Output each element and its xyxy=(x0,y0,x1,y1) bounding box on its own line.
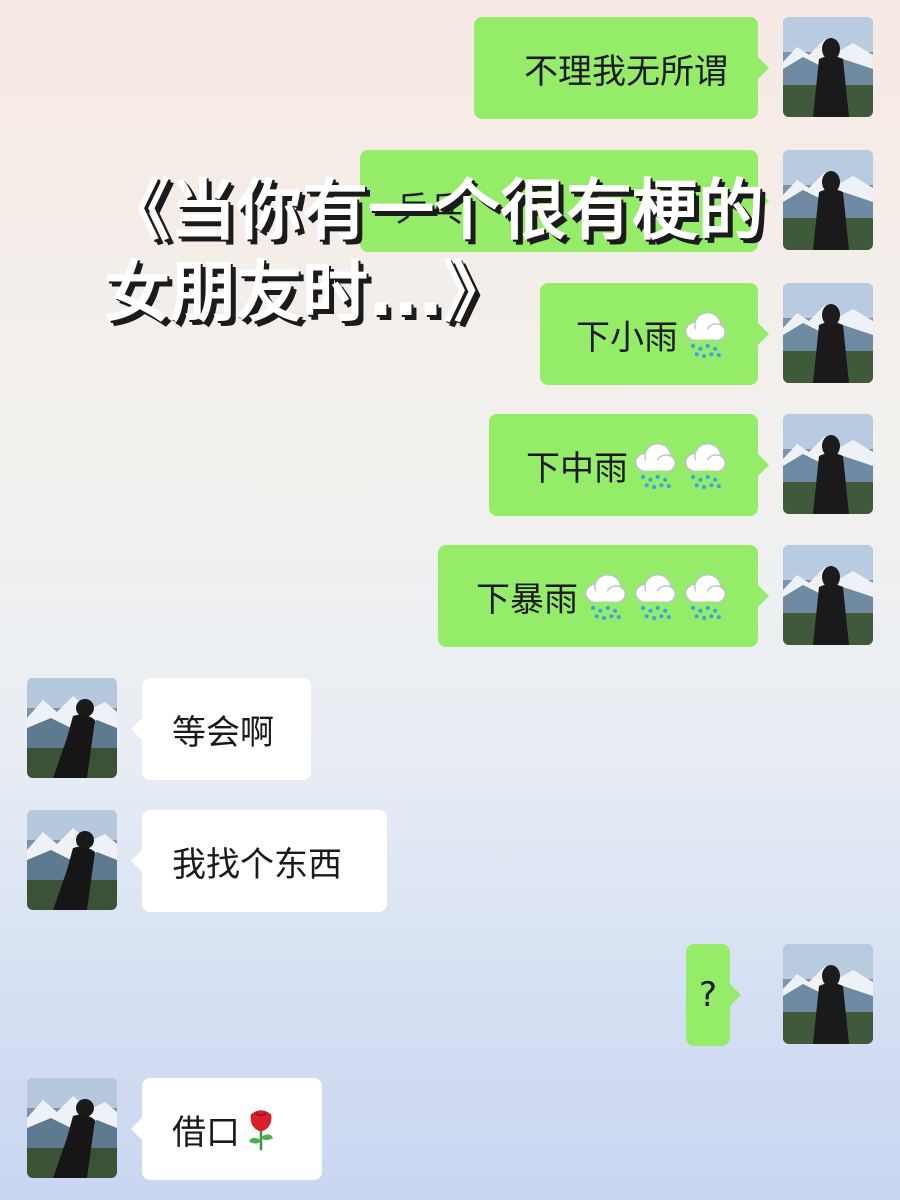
other-avatar[interactable] xyxy=(27,810,117,910)
message-text: ? xyxy=(698,975,718,1015)
rain-cloud-icon xyxy=(682,440,728,490)
other-avatar[interactable] xyxy=(27,1078,117,1178)
my-message-bubble[interactable]: ? xyxy=(686,944,741,1046)
my-avatar[interactable] xyxy=(783,150,873,250)
avatar-image xyxy=(783,17,873,117)
message-text: 下暴雨 xyxy=(476,579,578,620)
my-avatar[interactable] xyxy=(783,944,873,1044)
my-avatar[interactable] xyxy=(783,414,873,514)
rose-icon xyxy=(244,1105,278,1153)
my-avatar[interactable] xyxy=(783,283,873,383)
other-avatar[interactable] xyxy=(27,678,117,778)
my-message-bubble[interactable]: 下暴雨 xyxy=(438,545,769,647)
avatar-image xyxy=(783,545,873,645)
my-avatar[interactable] xyxy=(783,545,873,645)
other-message-bubble[interactable]: 我找个东西 xyxy=(131,810,387,912)
avatar-image xyxy=(27,678,117,778)
rain-cloud-icon xyxy=(582,571,628,621)
title-line-2: 女朋友时...》 xyxy=(104,254,510,331)
message-text: 下中雨 xyxy=(526,448,628,489)
title-line-1: 《当你有一个很有梗的 xyxy=(104,172,764,249)
message-text: 借口 xyxy=(172,1112,240,1153)
my-avatar[interactable] xyxy=(783,17,873,117)
my-message-bubble[interactable]: 不理我无所谓 xyxy=(474,17,769,119)
message-text: 不理我无所谓 xyxy=(524,51,728,92)
avatar-image xyxy=(27,810,117,910)
message-text: 我找个东西 xyxy=(172,844,342,885)
avatar-image xyxy=(27,1078,117,1178)
avatar-image xyxy=(783,944,873,1044)
avatar-image xyxy=(783,414,873,514)
title-overlay: 《当你有一个很有梗的 女朋友时...》 xyxy=(104,170,764,334)
rain-cloud-icon xyxy=(632,440,678,490)
message-text: 等会啊 xyxy=(172,712,274,753)
rain-cloud-icon xyxy=(632,571,678,621)
my-message-bubble[interactable]: 下中雨 xyxy=(489,414,769,516)
avatar-image xyxy=(783,283,873,383)
other-message-bubble[interactable]: 等会啊 xyxy=(131,678,311,780)
other-message-bubble[interactable]: 借口 xyxy=(131,1078,322,1180)
rain-cloud-icon xyxy=(682,571,728,621)
avatar-image xyxy=(783,150,873,250)
